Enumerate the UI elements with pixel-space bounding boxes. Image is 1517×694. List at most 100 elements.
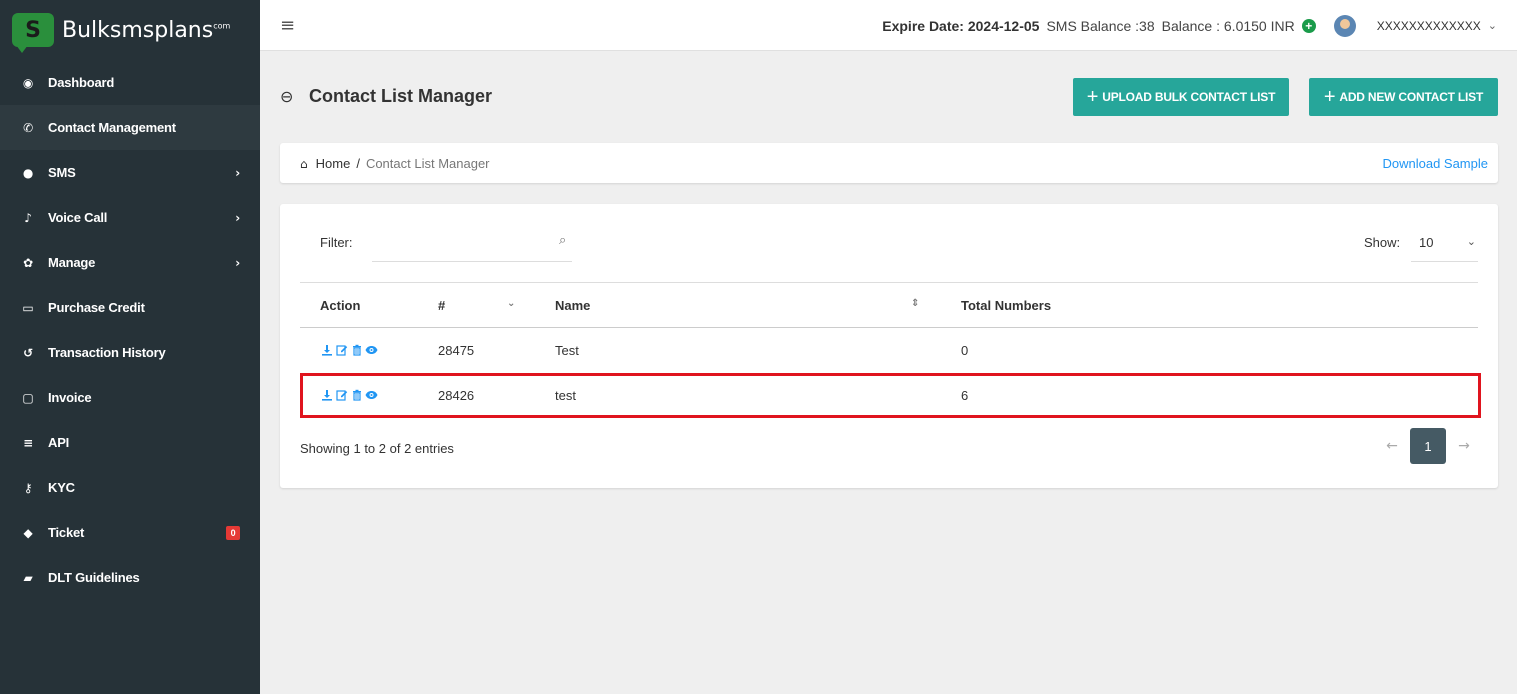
action-cell xyxy=(300,328,418,373)
chevron-right-icon: › xyxy=(235,210,240,225)
column-header-label: # xyxy=(438,297,446,313)
column-header-total-numbers: Total Numbers xyxy=(941,282,1478,328)
download-sample-link[interactable]: Download Sample xyxy=(1382,156,1488,171)
sidebar-item-kyc[interactable]: ⚷ KYC xyxy=(0,465,260,510)
chevron-down-icon: ⌄ xyxy=(1466,235,1476,248)
previous-page-arrow-icon[interactable]: ← xyxy=(1378,438,1406,454)
name-cell: test xyxy=(555,387,576,403)
total-numbers-cell: 0 xyxy=(961,342,969,358)
sidebar-item-voice-call[interactable]: ♪ Voice Call › xyxy=(0,195,260,240)
search-icon: ⌕ xyxy=(559,233,567,248)
page-header: ⊖ Contact List Manager + UPLOAD BULK CON… xyxy=(280,78,1498,116)
username[interactable]: XXXXXXXXXXXXX xyxy=(1377,19,1481,33)
show-label: Show: xyxy=(1364,235,1401,250)
add-new-contact-list-button[interactable]: + ADD NEW CONTACT LIST xyxy=(1309,78,1498,116)
hamburger-menu-icon[interactable]: ≡ xyxy=(280,15,295,36)
action-cell xyxy=(300,373,418,418)
sms-balance: SMS Balance :38 xyxy=(1046,17,1155,34)
add-balance-icon[interactable]: + xyxy=(1301,18,1316,33)
page-title: Contact List Manager xyxy=(309,86,493,106)
sidebar-item-dashboard[interactable]: ◉ Dashboard xyxy=(0,60,260,105)
database-icon: ≡ xyxy=(23,435,33,450)
sidebar-nav: ◉ Dashboard ✆ Contact Management ● SMS › ♪ Voice… xyxy=(0,60,260,600)
download-icon[interactable] xyxy=(320,389,333,402)
key-icon: ⚷ xyxy=(23,480,33,495)
sidebar-item-ticket[interactable]: ◆ Ticket 0 xyxy=(0,510,260,555)
page-size-value: 10 xyxy=(1419,235,1434,250)
chevron-down-icon[interactable]: ⌄ xyxy=(1488,19,1497,32)
phone-icon: ✆ xyxy=(23,120,33,135)
row-actions xyxy=(320,344,418,357)
sidebar-item-label: API xyxy=(48,435,70,450)
sidebar-item-label: Transaction History xyxy=(48,345,166,360)
column-header-id[interactable]: # ⌄ xyxy=(418,282,535,328)
history-icon: ↺ xyxy=(23,345,33,360)
home-icon[interactable]: ⌂ xyxy=(300,157,308,171)
breadcrumb-separator: / xyxy=(356,156,360,171)
name-cell: Test xyxy=(555,342,579,358)
table-header-row: Action # ⌄ Name ⇕ Total Numbers xyxy=(300,282,1478,328)
sidebar-item-label: SMS xyxy=(48,165,76,180)
sidebar-item-label: Ticket xyxy=(48,525,85,540)
view-icon[interactable] xyxy=(365,389,378,402)
brand-logo-icon: S xyxy=(12,13,54,53)
plus-icon: + xyxy=(1086,86,1099,108)
chevron-right-icon: › xyxy=(235,165,240,180)
table-row: 28475 Test 0 xyxy=(300,328,1478,373)
sidebar-item-api[interactable]: ≡ API xyxy=(0,420,260,465)
id-cell: 28475 xyxy=(438,342,475,358)
credit-card-icon: ▭ xyxy=(22,300,34,315)
breadcrumb: ⌂ Home / Contact List Manager xyxy=(300,156,490,171)
delete-icon[interactable] xyxy=(350,389,363,402)
topbar: ≡ Expire Date: 2024-12-05 SMS Balance :3… xyxy=(260,0,1517,51)
filter-input[interactable] xyxy=(372,226,572,262)
upload-bulk-contact-list-button[interactable]: + UPLOAD BULK CONTACT LIST xyxy=(1073,78,1289,116)
page-size-select[interactable]: 10 ⌄ xyxy=(1411,226,1478,262)
page-1-button[interactable]: 1 xyxy=(1410,428,1446,464)
upload-button-label: UPLOAD BULK CONTACT LIST xyxy=(1102,90,1276,104)
next-page-arrow-icon[interactable]: → xyxy=(1450,438,1478,454)
balance: Balance : 6.0150 INR xyxy=(1161,17,1295,34)
column-header-label: Total Numbers xyxy=(961,297,1052,313)
sidebar-item-purchase-credit[interactable]: ▭ Purchase Credit xyxy=(0,285,260,330)
sort-desc-icon[interactable]: ⌄ xyxy=(507,298,515,309)
row-actions xyxy=(320,389,418,402)
avatar[interactable] xyxy=(1333,14,1356,37)
sidebar-item-label: DLT Guidelines xyxy=(48,570,140,585)
edit-icon[interactable] xyxy=(335,344,348,357)
pagination: ← 1 → xyxy=(1378,428,1478,464)
download-icon[interactable] xyxy=(320,344,333,357)
brand[interactable]: S Bulksmsplanscom xyxy=(0,0,260,60)
sidebar-item-dlt-guidelines[interactable]: ▰ DLT Guidelines xyxy=(0,555,260,600)
column-header-label: Name xyxy=(555,297,591,313)
sidebar-item-invoice[interactable]: ▢ Invoice xyxy=(0,375,260,420)
table-row: 28426 test 6 xyxy=(300,373,1478,418)
brand-suffix: com xyxy=(213,21,231,31)
table-body: 28475 Test 0 28426 test 6 xyxy=(300,328,1478,418)
ticket-icon: ◆ xyxy=(23,525,33,540)
sidebar-item-label: Manage xyxy=(48,255,96,270)
view-icon[interactable] xyxy=(365,344,378,357)
dashboard-icon: ◉ xyxy=(22,75,34,90)
invoice-icon: ▢ xyxy=(22,390,34,405)
column-header-name[interactable]: Name ⇕ xyxy=(535,282,941,328)
sidebar-item-manage[interactable]: ✿ Manage › xyxy=(0,240,260,285)
back-arrow-icon[interactable]: ⊖ xyxy=(280,87,293,106)
sidebar-item-contact-management[interactable]: ✆ Contact Management xyxy=(0,105,260,150)
sidebar-item-label: Purchase Credit xyxy=(48,300,145,315)
microphone-icon: ♪ xyxy=(24,210,32,225)
brand-name: Bulksmsplans xyxy=(62,17,214,43)
sidebar-item-label: Contact Management xyxy=(48,120,176,135)
sidebar-item-sms[interactable]: ● SMS › xyxy=(0,150,260,195)
delete-icon[interactable] xyxy=(350,344,363,357)
breadcrumb-home[interactable]: Home xyxy=(316,156,351,171)
sidebar-item-transaction-history[interactable]: ↺ Transaction History xyxy=(0,330,260,375)
plus-icon: + xyxy=(1323,86,1336,108)
sort-icon[interactable]: ⇕ xyxy=(911,298,919,309)
expire-date: Expire Date: 2024-12-05 xyxy=(882,17,1040,34)
chevron-right-icon: › xyxy=(235,255,240,270)
id-cell: 28426 xyxy=(438,387,475,403)
sidebar-item-label: Dashboard xyxy=(48,75,115,90)
entries-info: Showing 1 to 2 of 2 entries xyxy=(300,441,454,456)
edit-icon[interactable] xyxy=(335,389,348,402)
